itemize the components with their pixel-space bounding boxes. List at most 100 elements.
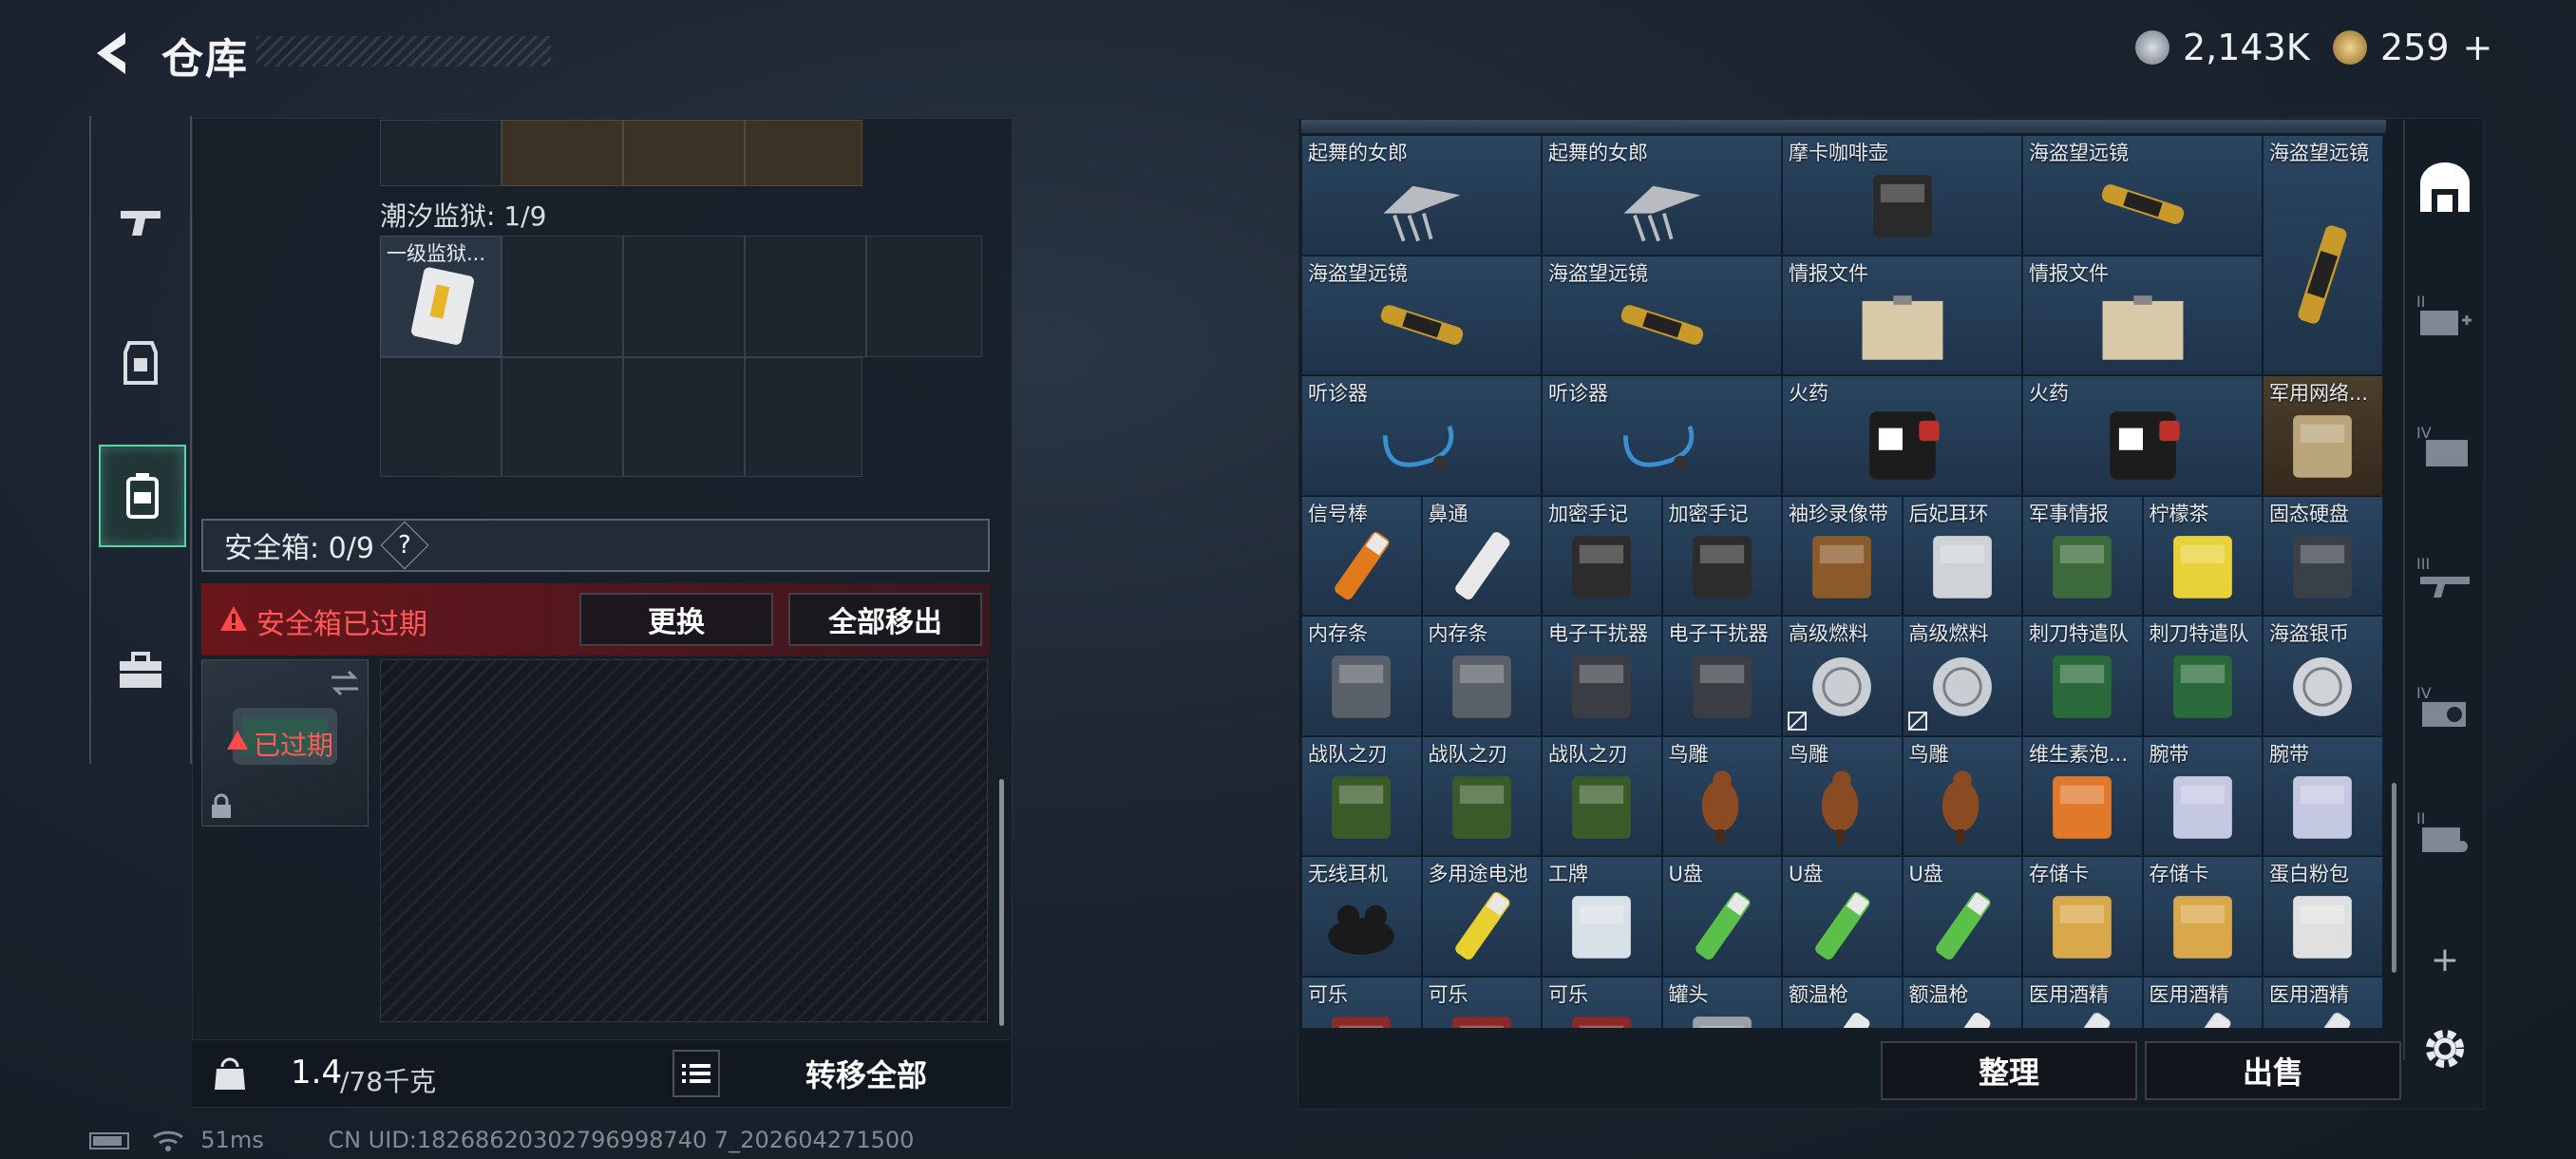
inventory-item[interactable]: 火药	[2022, 375, 2263, 496]
inventory-item[interactable]: 无线耳机	[1301, 856, 1422, 977]
prison-card-slot[interactable]	[745, 120, 862, 186]
list-view-button[interactable]	[672, 1050, 720, 1097]
inventory-item[interactable]: 工牌	[1542, 856, 1662, 977]
inventory-item[interactable]: 军事情报	[2022, 495, 2143, 616]
inventory-item[interactable]: 信号棒	[1301, 495, 1422, 616]
inventory-item[interactable]: 战队之刃	[1421, 735, 1542, 856]
inventory-item[interactable]: 海盗望远镜	[2263, 135, 2383, 375]
inventory-item[interactable]: 额温枪	[1902, 976, 2022, 1028]
add-currency-button[interactable]: +	[2463, 27, 2493, 68]
inventory-item[interactable]: 腕带	[2142, 735, 2263, 856]
inventory-item[interactable]: 可乐	[1421, 976, 1542, 1028]
inventory-item[interactable]: 刺刀特遣队	[2142, 616, 2263, 736]
inventory-item[interactable]: 加密手记	[1661, 495, 1782, 616]
inventory-item[interactable]: 腕带	[2263, 735, 2383, 856]
prison-card-slot[interactable]	[502, 120, 623, 186]
inventory-item[interactable]: 电子干扰器	[1542, 616, 1662, 736]
help-button[interactable]: ?	[380, 521, 429, 570]
inventory-item[interactable]: 多用途电池	[1421, 856, 1542, 977]
inventory-item[interactable]: 柠檬茶	[2142, 495, 2263, 616]
inventory-item[interactable]: 海盗望远镜	[1542, 255, 1782, 375]
inventory-item[interactable]: 起舞的女郎	[1542, 135, 1782, 256]
inventory-item[interactable]: U盘	[1661, 856, 1782, 977]
empty-slot[interactable]	[502, 357, 623, 477]
inventory-item[interactable]: 摩卡咖啡壶	[1782, 135, 2022, 256]
inventory-item[interactable]: 加密手记	[1542, 495, 1662, 616]
inventory-item[interactable]: 海盗银币	[2263, 616, 2383, 736]
settings-button[interactable]	[2415, 1018, 2475, 1079]
inventory-item[interactable]: 鸟雕	[1902, 735, 2022, 856]
inventory-item[interactable]: 医用酒精	[2022, 976, 2143, 1028]
inventory-item[interactable]: 火药	[1782, 375, 2022, 496]
tab-storage-4[interactable]: III	[2415, 547, 2475, 608]
inventory-item[interactable]: U盘	[1782, 856, 1903, 977]
inventory-item[interactable]: 固态硬盘	[2263, 495, 2383, 616]
inventory-item[interactable]: 电子干扰器	[1661, 616, 1782, 736]
sell-button[interactable]: 出售	[2145, 1041, 2401, 1100]
inventory-item[interactable]: 刺刀特遣队	[2022, 616, 2143, 736]
inventory-item[interactable]: U盘	[1902, 856, 2022, 977]
inventory-item[interactable]: 高级燃料	[1902, 616, 2022, 736]
empty-slot[interactable]	[866, 236, 982, 357]
inventory-item[interactable]: 内存条	[1421, 616, 1542, 736]
empty-slot[interactable]	[502, 236, 623, 357]
inventory-item[interactable]: 起舞的女郎	[1301, 135, 1542, 256]
inventory-item[interactable]: 鼻通	[1421, 495, 1542, 616]
prison-card-slot[interactable]	[380, 120, 502, 186]
inventory-item[interactable]: 情报文件	[2022, 255, 2263, 375]
inventory-item[interactable]: 袖珍录像带	[1782, 495, 1903, 616]
inventory-item[interactable]: 额温枪	[1782, 976, 1903, 1028]
left-scrollbar[interactable]	[999, 779, 1004, 1026]
safebox-item[interactable]: 已过期	[201, 659, 369, 826]
inventory-item[interactable]: 鸟雕	[1661, 735, 1782, 856]
inventory-item[interactable]: 高级燃料	[1782, 616, 1903, 736]
empty-slot[interactable]	[380, 357, 502, 477]
inventory-item[interactable]: 医用酒精	[2142, 976, 2263, 1028]
inventory-item[interactable]: 海盗望远镜	[1301, 255, 1542, 375]
inventory-item[interactable]: 维生素泡...	[2022, 735, 2143, 856]
transfer-all-button[interactable]: 转移全部	[737, 1046, 995, 1101]
currency-2[interactable]: 259 +	[2333, 19, 2492, 76]
empty-slot[interactable]	[745, 236, 866, 357]
back-button[interactable]	[87, 28, 135, 78]
inventory-item[interactable]: 蛋白粉包	[2263, 856, 2383, 977]
empty-slot[interactable]	[623, 357, 745, 477]
tab-storage-3[interactable]: IV	[2415, 416, 2475, 477]
tab-storage-6[interactable]: II	[2415, 802, 2475, 863]
tab-storage-2[interactable]: II	[2415, 285, 2475, 346]
inventory-item[interactable]: 存储卡	[2022, 856, 2143, 977]
remove-all-button[interactable]: 全部移出	[788, 593, 982, 646]
swap-icon[interactable]	[330, 670, 360, 696]
inventory-item[interactable]: 后妃耳环	[1902, 495, 2022, 616]
empty-slot[interactable]	[623, 236, 745, 357]
inventory-item[interactable]: 医用酒精	[2263, 976, 2383, 1028]
tab-case[interactable]	[99, 621, 182, 720]
inventory-item[interactable]: 军用网络...	[2263, 375, 2383, 496]
wristband-icon	[2172, 775, 2232, 839]
tab-storage-5[interactable]: IV	[2415, 676, 2475, 737]
inventory-item[interactable]: 可乐	[1301, 976, 1422, 1028]
tab-weapons[interactable]	[99, 173, 182, 272]
inventory-item[interactable]: 听诊器	[1542, 375, 1782, 496]
tab-armor[interactable]	[99, 314, 182, 412]
add-tab-button[interactable]: +	[2415, 929, 2475, 990]
empty-slot[interactable]	[745, 357, 862, 477]
inventory-item[interactable]: 海盗望远镜	[2022, 135, 2263, 256]
tab-backpack[interactable]	[99, 445, 186, 547]
inventory-item[interactable]: 内存条	[1301, 616, 1422, 736]
tab-main-storage[interactable]	[2415, 158, 2475, 218]
sort-button[interactable]: 整理	[1881, 1041, 2137, 1100]
inventory-item[interactable]: 战队之刃	[1301, 735, 1422, 856]
inventory-item[interactable]: 罐头	[1661, 976, 1782, 1028]
prison-item[interactable]: 一级监狱...	[380, 236, 502, 357]
inventory-item[interactable]: 鸟雕	[1782, 735, 1903, 856]
inventory-item[interactable]: 情报文件	[1782, 255, 2022, 375]
replace-button[interactable]: 更换	[579, 593, 773, 646]
right-scrollbar[interactable]	[2392, 783, 2396, 973]
prison-card-slot[interactable]	[623, 120, 745, 186]
inventory-item[interactable]: 可乐	[1542, 976, 1662, 1028]
inventory-item[interactable]: 存储卡	[2142, 856, 2263, 977]
safebox-grid[interactable]	[380, 659, 988, 1022]
inventory-item[interactable]: 战队之刃	[1542, 735, 1662, 856]
inventory-item[interactable]: 听诊器	[1301, 375, 1542, 496]
